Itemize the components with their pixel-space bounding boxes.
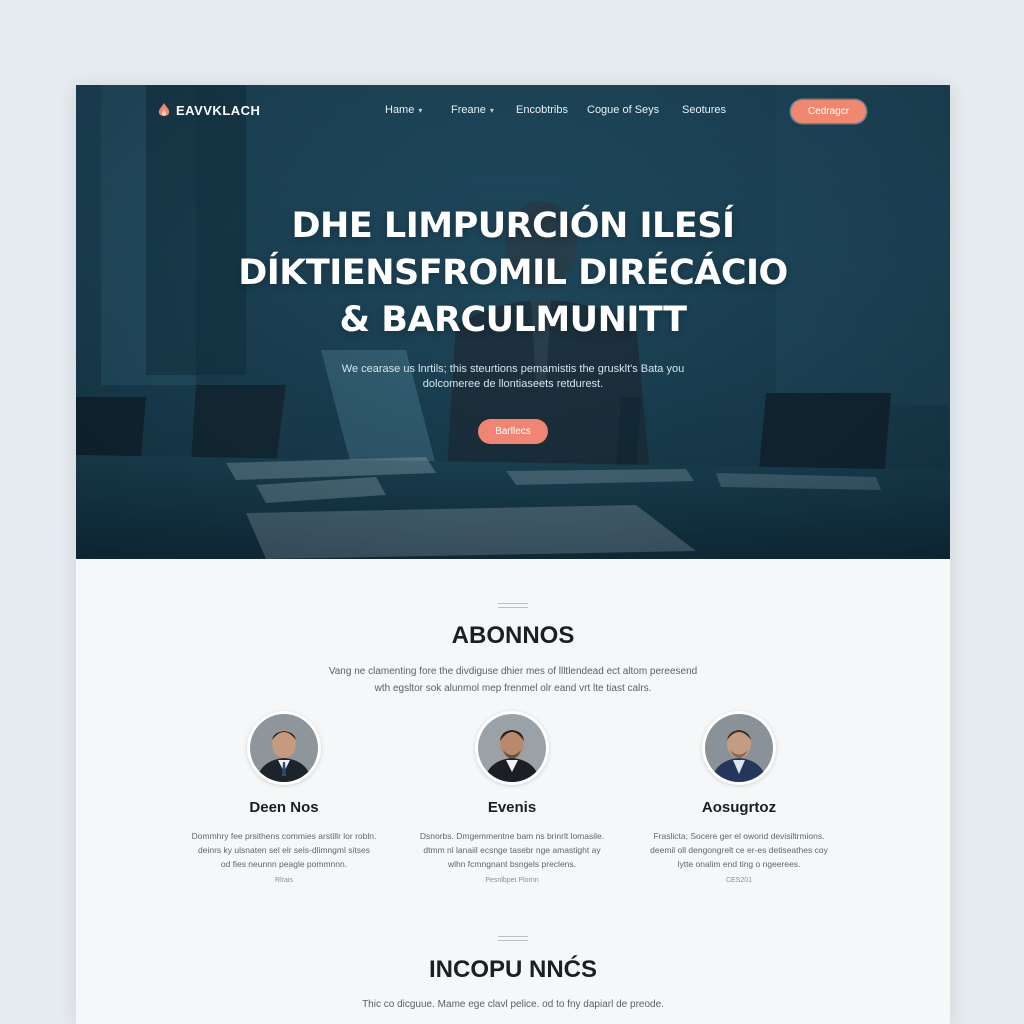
section2-title: INCOPU NNĆS bbox=[428, 956, 597, 983]
member-bio-line: lytte onalim end ting o ngeerees. bbox=[677, 859, 801, 869]
nav-link-features[interactable]: Freane ▾ bbox=[451, 104, 494, 116]
member-bio: Dommhry fee prsithens commies arstillr l… bbox=[174, 829, 394, 871]
hero-subtitle-line: dolcomeree de llontiaseets retdurest. bbox=[422, 378, 604, 390]
member-bio-line: Dsnorbs. Dmgemmentne bam ns brinrlt loma… bbox=[419, 831, 605, 841]
member-bio: Fraslicta; Socere ger el oworid devisilt… bbox=[629, 829, 849, 871]
member-bio-line: Dommhry fee prsithens commies arstillr l… bbox=[191, 831, 377, 841]
member-meta: Rlrais bbox=[275, 877, 293, 884]
member-bio-line: od fies neunnn peagle pommnnn. bbox=[220, 859, 348, 869]
member-bio-line: dtmm nl lanaiil ecsnge tasebr nge amasti… bbox=[423, 845, 601, 855]
about-subtitle: Vang ne clamenting fore the divdiguse dh… bbox=[313, 663, 713, 697]
member-name: Evenis bbox=[487, 799, 537, 816]
avatar bbox=[247, 711, 321, 785]
member-bio-line: deinrs ky ulsnaten sel elr sels-dlimngml… bbox=[198, 845, 370, 855]
hero-title: DHE LIMPURCIÓN ILESÍ DÍKTIENSFROMIL DIRÉ… bbox=[76, 203, 950, 344]
avatar bbox=[475, 711, 549, 785]
member-meta: Pesnlbpet Plornn bbox=[485, 877, 539, 884]
about-subtitle-line: wth egsltor sok alunmol mep frenmel olr … bbox=[374, 683, 652, 694]
hero-cta-button[interactable]: Barllecs bbox=[478, 419, 548, 444]
nav-link-label: Seotures bbox=[682, 104, 727, 116]
landing-page: EAVVKLACH Hame ▾ Freane ▾ Encobtribs Cog… bbox=[76, 85, 950, 1024]
member-meta: CES201 bbox=[725, 877, 753, 884]
hero-subtitle-line: We cearase us lnrtils; this steurtions p… bbox=[341, 363, 685, 375]
about-subtitle-line: Vang ne clamenting fore the divdiguse dh… bbox=[328, 666, 698, 677]
hero-title-line: DHE LIMPURCIÓN ILESÍ bbox=[291, 206, 735, 246]
member-name: Deen Nos bbox=[249, 799, 319, 816]
nav-link-label: Cogue of Seys bbox=[587, 104, 660, 116]
chevron-down-icon: ▾ bbox=[418, 105, 423, 115]
section2-subtitle: Thic co dicguue. Mame ege clavl pelice. … bbox=[362, 999, 664, 1010]
nav-link-features-2[interactable]: Seotures bbox=[682, 104, 726, 116]
nav-link-label: Encobtribs bbox=[516, 104, 568, 116]
nav-link-contributors[interactable]: Encobtribs bbox=[516, 104, 568, 116]
member-bio-line: deemil oll dengongrelt ce er-es detiseat… bbox=[650, 845, 828, 855]
nav-link-code-of-steps[interactable]: Cogue of Seys bbox=[587, 104, 659, 116]
member-bio-line: Fraslicta; Socere ger el oworid devisilt… bbox=[653, 831, 825, 841]
nav-link-label: Hame bbox=[385, 104, 415, 116]
hero-subtitle: We cearase us lnrtils; this steurtions p… bbox=[276, 362, 750, 392]
top-navigation: EAVVKLACH Hame ▾ Freane ▾ Encobtribs Cog… bbox=[76, 85, 950, 141]
hero-title-line: DÍKTIENSFROMIL DIRÉCÁCIO bbox=[238, 253, 788, 293]
nav-link-home[interactable]: Hame ▾ bbox=[385, 104, 422, 116]
hero-title-line: & BARCULMUNITT bbox=[339, 300, 687, 340]
hero-section: EAVVKLACH Hame ▾ Freane ▾ Encobtribs Cog… bbox=[76, 85, 950, 559]
nav-link-label: Freane bbox=[451, 104, 486, 116]
nav-cta-button[interactable]: Cedragcr bbox=[791, 100, 866, 123]
chevron-down-icon: ▾ bbox=[489, 105, 494, 115]
member-bio: Dsnorbs. Dmgemmentne bam ns brinrlt loma… bbox=[402, 829, 622, 871]
member-name: Aosugrtoz bbox=[701, 799, 777, 816]
flame-logo-icon bbox=[158, 103, 170, 116]
brand-logo[interactable]: EAVVKLACH bbox=[156, 102, 260, 118]
member-bio-line: wlhn fcmngnant bsngels preclens. bbox=[447, 859, 577, 869]
about-title: ABONNOS bbox=[451, 622, 575, 649]
section-divider bbox=[498, 603, 528, 608]
section-divider bbox=[498, 936, 528, 941]
brand-name: EAVVKLACH bbox=[176, 102, 261, 118]
avatar bbox=[702, 711, 776, 785]
